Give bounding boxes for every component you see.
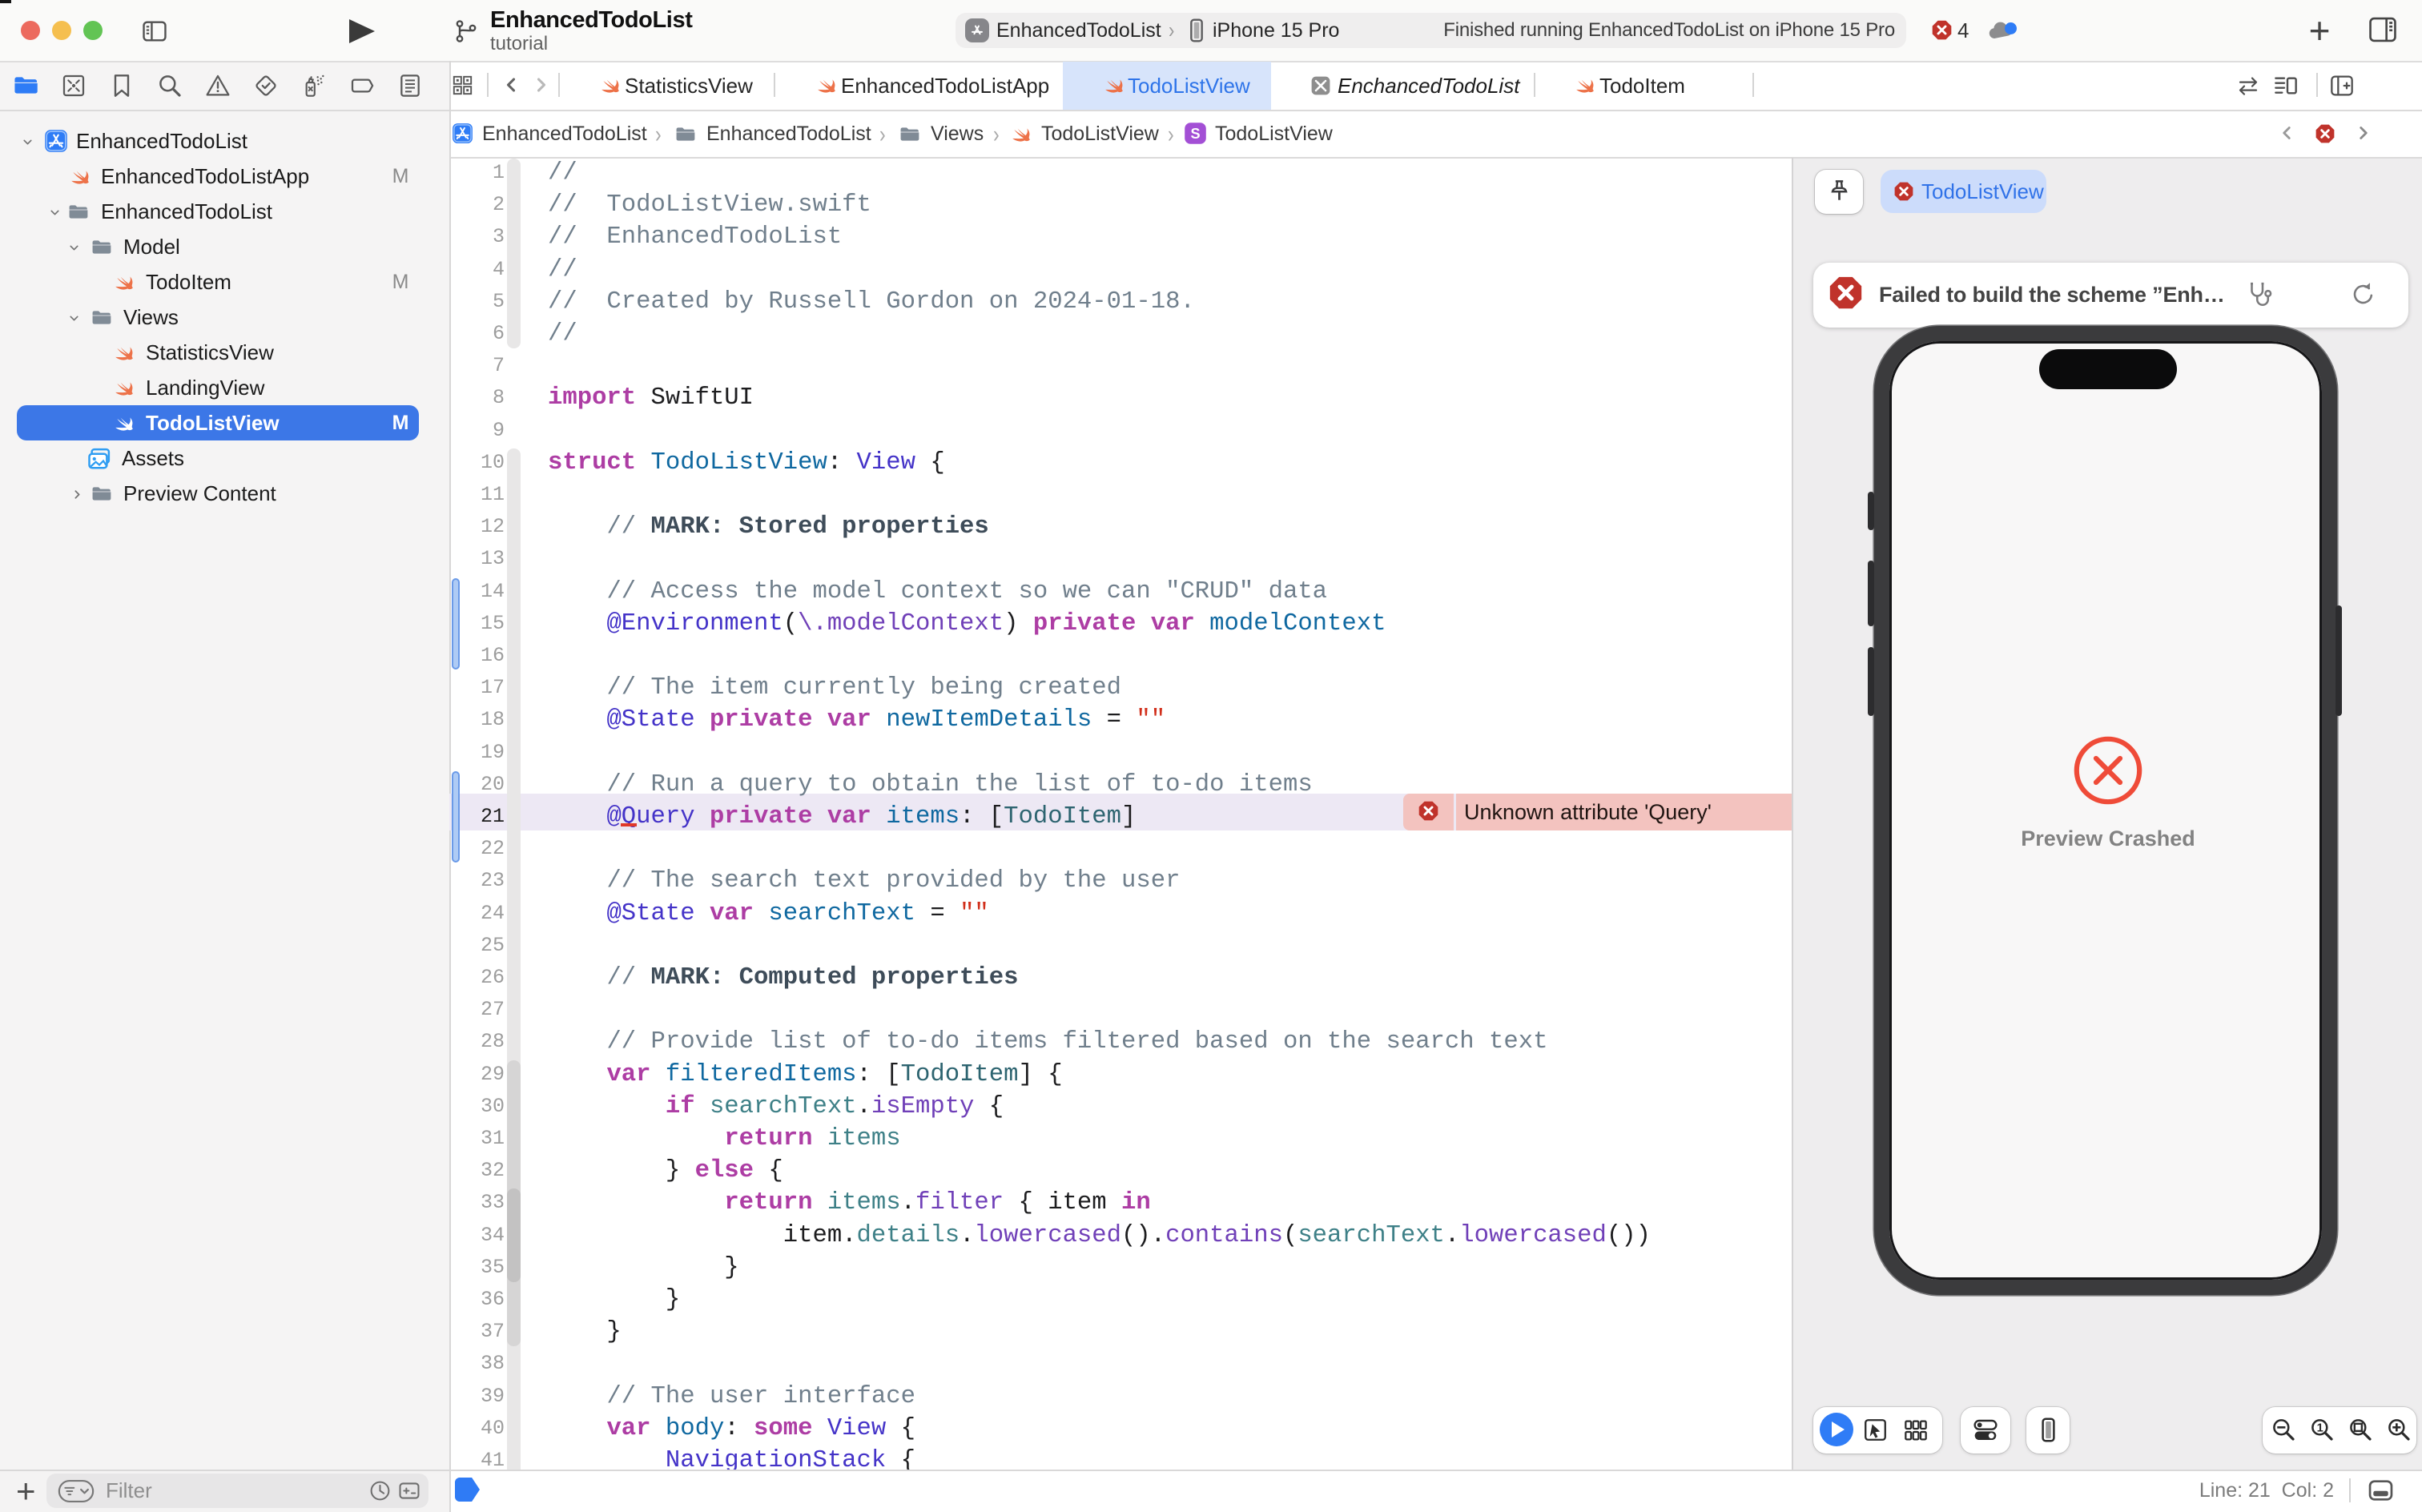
svg-text:1: 1 <box>2317 1422 2323 1435</box>
